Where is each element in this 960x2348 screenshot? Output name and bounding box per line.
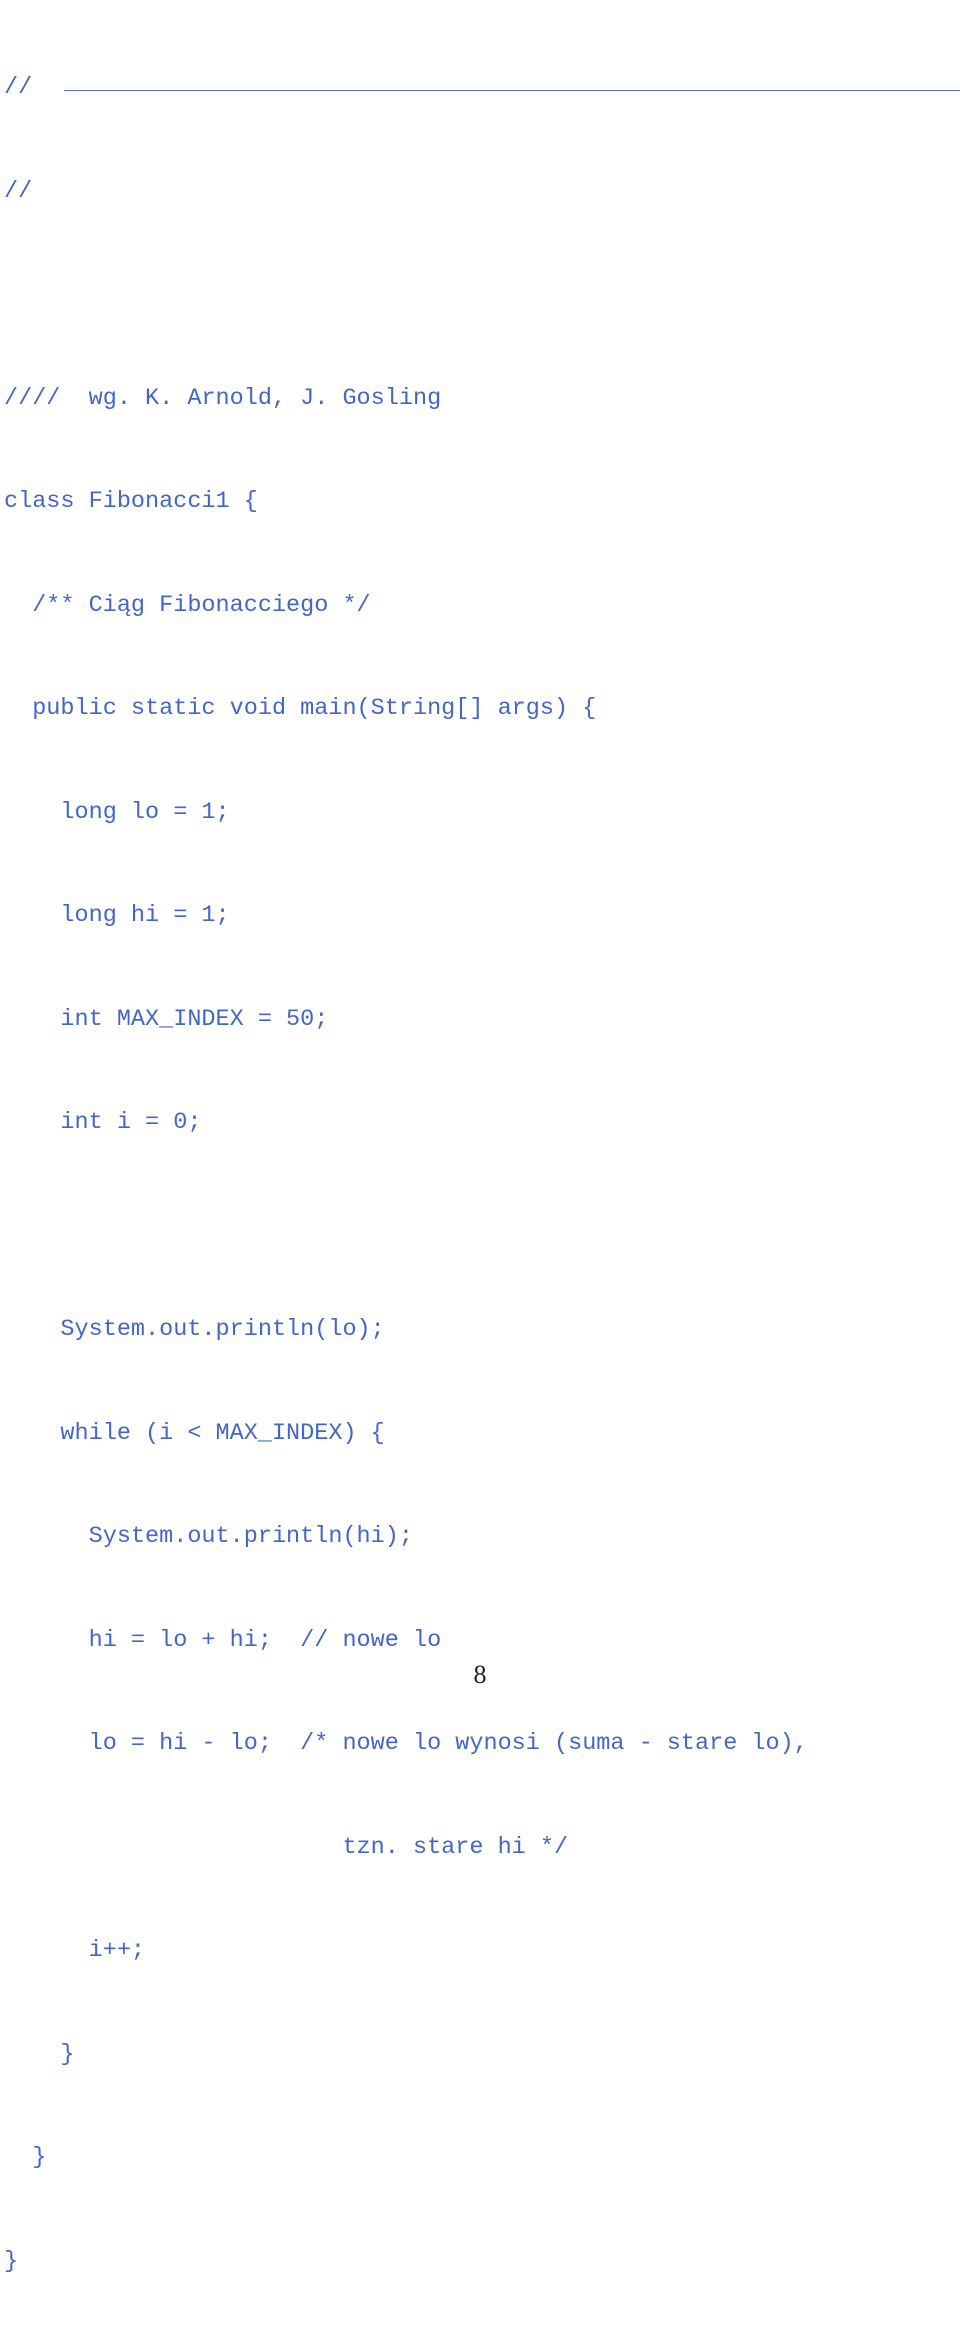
- code-line-main-decl: public static void main(String[] args) {: [4, 695, 597, 722]
- code-line-javadoc: /** Ciąg Fibonacciego */: [4, 591, 371, 619]
- code-line: tzn. stare hi */: [4, 1833, 569, 1861]
- code-line: int i = 0;: [4, 1109, 202, 1136]
- code-line-class-decl: class Fibonacci1 {: [4, 488, 258, 515]
- code-line: hi = lo + hi; // nowe lo: [4, 1626, 442, 1654]
- code-line-while: while (i < MAX_INDEX) {: [4, 1419, 385, 1447]
- code-line: System.out.println(lo);: [4, 1316, 385, 1343]
- code-line: long hi = 1;: [4, 902, 230, 929]
- code-line: i++;: [4, 1937, 146, 1964]
- page-number: 8: [473, 1660, 487, 1689]
- code-line: lo = hi - lo; /* nowe lo wynosi (suma - …: [4, 1730, 808, 1757]
- code-line: int MAX_INDEX = 50;: [4, 1005, 329, 1033]
- code-line-closing-brace: }: [4, 2247, 19, 2275]
- code-line: System.out.println(hi);: [4, 1523, 413, 1550]
- document-page: // // //// wg. K. Arnold, J. Gosling cla…: [0, 0, 960, 2275]
- code-line-closing-brace: }: [4, 2144, 47, 2171]
- code-line-closing-brace: }: [4, 2040, 75, 2068]
- code-line: long lo = 1;: [4, 798, 230, 826]
- code-line-comment-rule: //: [4, 71, 960, 106]
- code-line-author-comment: //// wg. K. Arnold, J. Gosling: [4, 384, 442, 412]
- code-line-text: //: [4, 74, 33, 101]
- code-line: //: [4, 177, 33, 205]
- horizontal-rule: [64, 90, 960, 91]
- code-listing: // // //// wg. K. Arnold, J. Gosling cla…: [4, 2, 960, 2348]
